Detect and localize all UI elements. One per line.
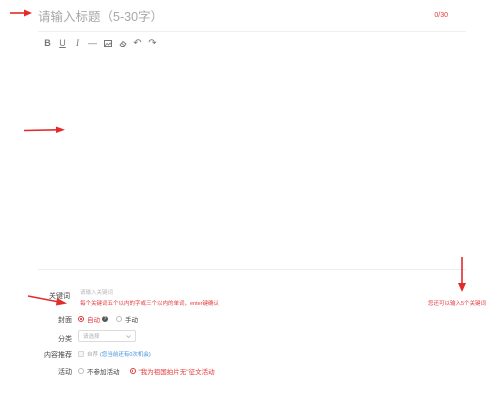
insert-image-button[interactable] bbox=[100, 36, 115, 50]
cover-manual-label[interactable]: 手动 bbox=[125, 314, 138, 324]
category-label: 分类 bbox=[58, 336, 72, 343]
annotation-arrow-icon bbox=[10, 9, 32, 17]
recommend-chance-link[interactable]: (您当前还有0次机会) bbox=[100, 350, 151, 358]
title-divider bbox=[38, 31, 466, 32]
cover-auto-label[interactable]: 自动 bbox=[87, 314, 100, 324]
bold-button[interactable]: B bbox=[40, 36, 55, 50]
underline-icon: U bbox=[59, 38, 66, 48]
italic-button[interactable]: I bbox=[70, 36, 85, 50]
activity-options: 不参加活动 "我为祖国拍片无"征文活动 bbox=[78, 366, 215, 376]
recommend-checkbox[interactable] bbox=[78, 351, 84, 357]
undo-icon: ↶ bbox=[133, 37, 142, 49]
redo-icon: ↷ bbox=[148, 37, 157, 49]
activity-none-label[interactable]: 不参加活动 bbox=[87, 366, 120, 376]
editor-toolbar: B U I — ↶ ↷ bbox=[40, 36, 160, 50]
chevron-down-icon bbox=[126, 334, 131, 338]
annotation-arrow-icon bbox=[23, 126, 65, 133]
redo-button[interactable]: ↷ bbox=[145, 36, 160, 50]
cover-options: 自动 ? 手动 bbox=[78, 314, 138, 324]
title-char-counter: 0/30 bbox=[434, 12, 448, 19]
recommend-row: 自荐 (您当前还有0次机会) bbox=[78, 350, 151, 358]
keywords-input[interactable] bbox=[80, 288, 320, 298]
help-icon[interactable]: ? bbox=[102, 316, 108, 322]
content-editor[interactable] bbox=[38, 56, 466, 268]
annotation-arrow-icon bbox=[458, 257, 466, 292]
undo-button[interactable]: ↶ bbox=[130, 36, 145, 50]
image-icon bbox=[103, 39, 112, 47]
category-select-value: 请选择 bbox=[83, 334, 100, 340]
underline-button[interactable]: U bbox=[55, 36, 70, 50]
cover-auto-radio[interactable] bbox=[78, 316, 84, 322]
activity-contest-label[interactable]: "我为祖国拍片无"征文活动 bbox=[139, 366, 215, 376]
horizontal-rule-icon: — bbox=[88, 38, 97, 48]
editor-divider bbox=[38, 269, 466, 270]
bold-icon: B bbox=[44, 38, 51, 48]
keywords-remaining: 您还可以输入5个关键词 bbox=[427, 301, 486, 307]
activity-contest-radio[interactable] bbox=[129, 368, 136, 374]
activity-label: 活动 bbox=[58, 369, 72, 376]
recommend-text: 自荐 bbox=[87, 352, 99, 358]
recommend-label: 内容推荐 bbox=[44, 352, 72, 359]
activity-none-radio[interactable] bbox=[78, 368, 84, 374]
italic-icon: I bbox=[76, 38, 79, 48]
annotation-arrow-icon bbox=[27, 295, 67, 306]
title-input[interactable] bbox=[38, 8, 418, 26]
keywords-hint: 每个关键词五个以内的字或三个以内的单词，enter键确认 bbox=[80, 301, 220, 307]
cover-label: 封面 bbox=[58, 317, 72, 324]
eraser-icon bbox=[118, 40, 127, 47]
category-select[interactable]: 请选择 bbox=[78, 330, 136, 342]
clear-format-button[interactable] bbox=[115, 36, 130, 50]
horizontal-rule-button[interactable]: — bbox=[85, 36, 100, 50]
cover-manual-radio[interactable] bbox=[116, 316, 122, 322]
